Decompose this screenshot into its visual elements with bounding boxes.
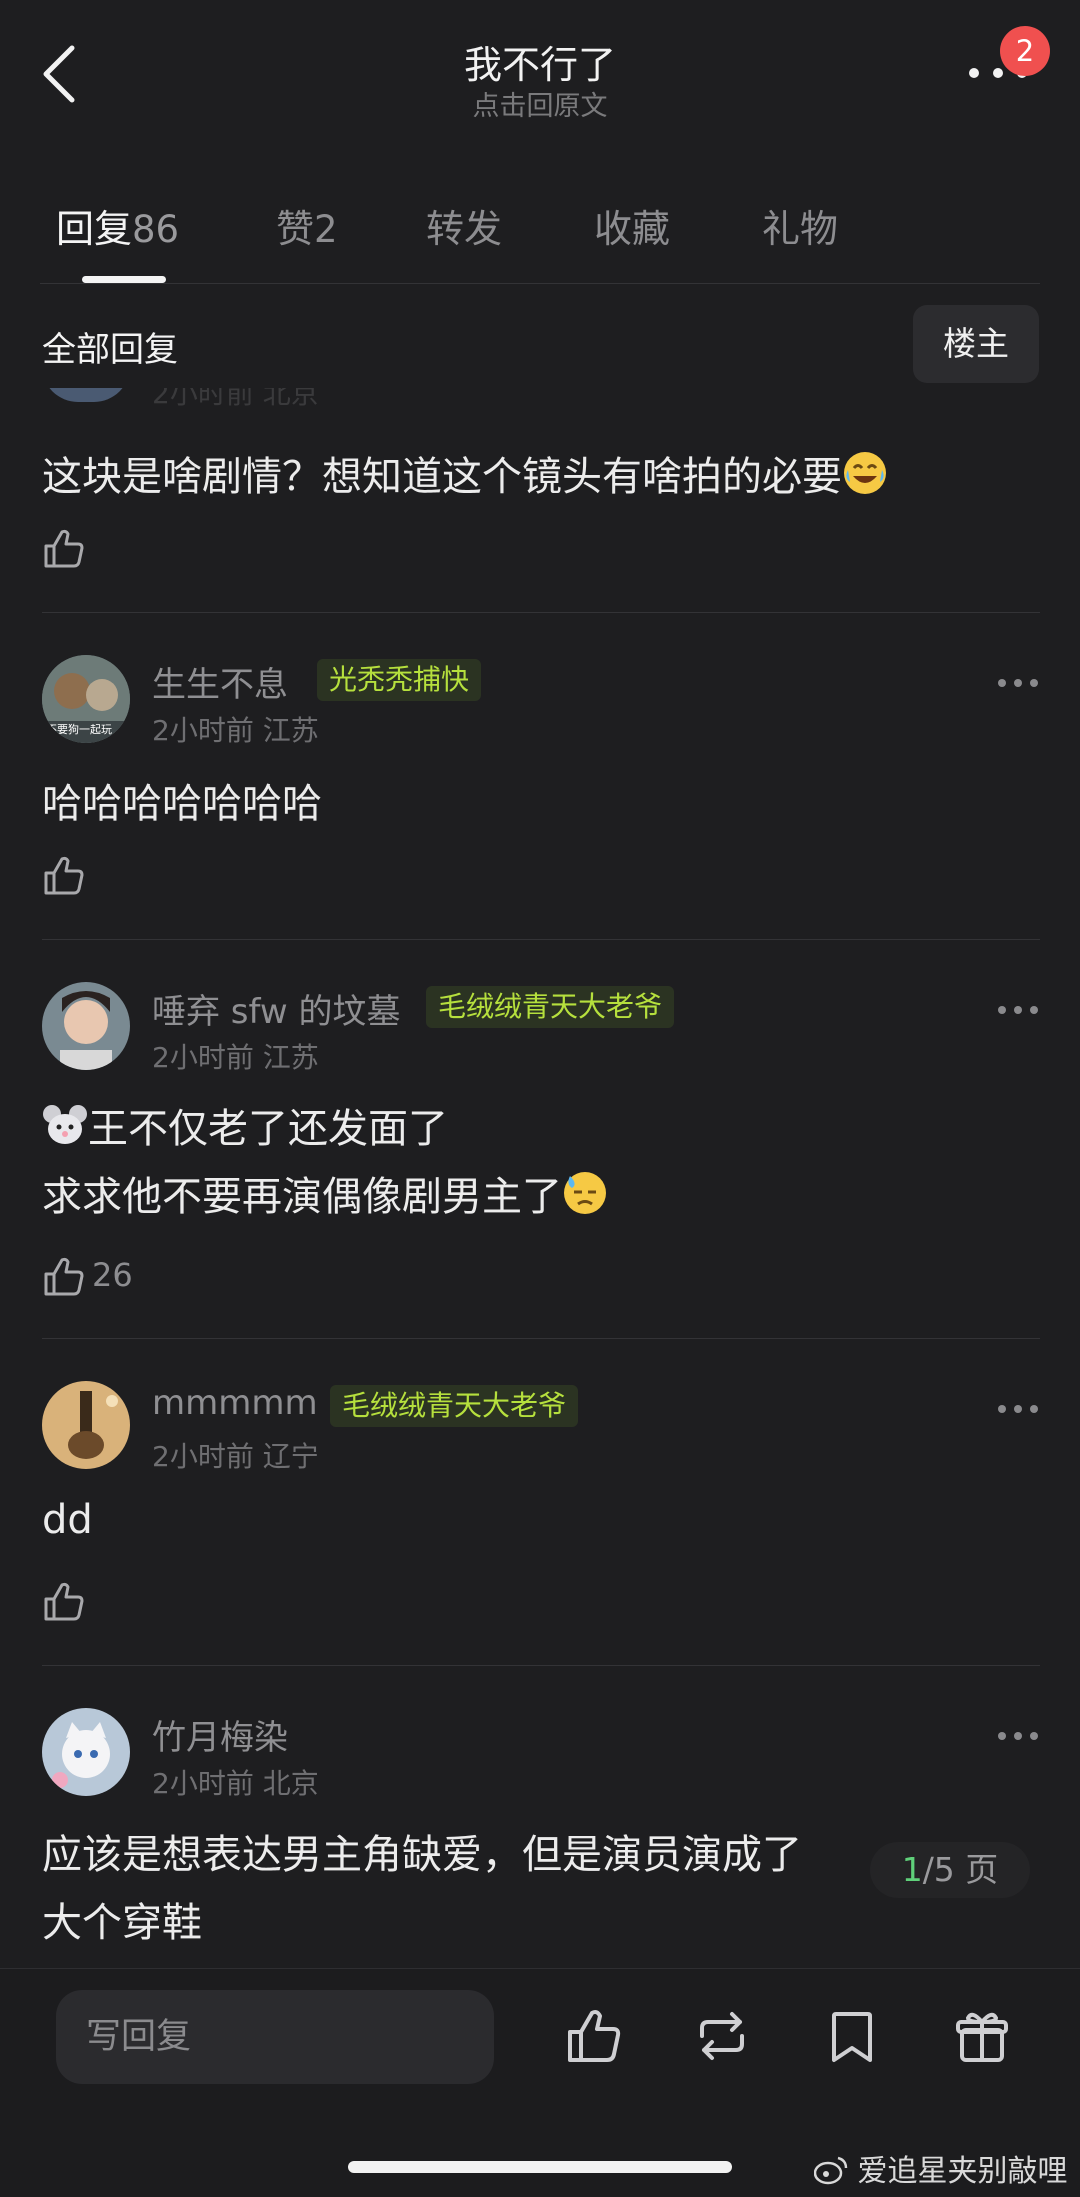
username[interactable]: 生生不息 (152, 657, 288, 706)
avatar[interactable] (42, 982, 130, 1070)
page-title: 我不行了 (463, 43, 616, 87)
avatar[interactable]: 不要狗一起玩 (42, 655, 130, 743)
avatar[interactable] (42, 388, 130, 402)
comment-text: 这块是啥剧情？想知道这个镜头有啥拍的必要 (42, 444, 888, 502)
user-tag-badge: 光秃秃捕快 (317, 659, 482, 701)
bookmark-icon[interactable] (822, 2006, 882, 2066)
page-indicator[interactable]: 1/5 页 (870, 1842, 1030, 1898)
mouse-face-icon (43, 1105, 87, 1144)
avatar-caption: 不要狗一起玩 (46, 723, 112, 736)
comment-item: 竹月梅染 2小时前 北京 应该是想表达男主角缺爱，但是演员演成了 大个穿鞋 (0, 1666, 1080, 1968)
tab-label: 转发 (426, 207, 503, 251)
tab-count: 86 (132, 208, 180, 251)
username[interactable]: mmmmm (152, 1383, 318, 1423)
notification-badge: 2 (1000, 26, 1050, 76)
comment-more-icon[interactable] (996, 1729, 1040, 1743)
reply-input[interactable]: 写回复 (56, 1990, 494, 2084)
username[interactable]: 竹月梅染 (152, 1710, 288, 1759)
comment-item: 唾弃 sfw 的坟墓 毛绒绒青天大老爷 2小时前 江苏 王不仅老了还发面了 求求… (0, 940, 1080, 1338)
comment-text-line: 求求他不要再演偶像剧男主了 (42, 1164, 608, 1222)
face-with-tears-of-joy-icon (844, 452, 886, 494)
comment-item: 2小时前 北京 这块是啥剧情？想知道这个镜头有啥拍的必要 (0, 388, 1080, 614)
total-pages: /5 页 (922, 1850, 999, 1889)
tab-reposts[interactable]: 转发 (426, 198, 502, 253)
like-icon[interactable] (564, 2006, 624, 2066)
comment-more-icon[interactable] (996, 1402, 1040, 1416)
user-tag-badge: 毛绒绒青天大老爷 (426, 986, 675, 1028)
tab-replies[interactable]: 回复86 (56, 198, 179, 253)
tab-favorites[interactable]: 收藏 (594, 198, 670, 253)
tab-gifts[interactable]: 礼物 (762, 198, 838, 253)
all-replies-filter[interactable]: 全部回复 (42, 322, 178, 371)
comment-text-line: 应该是想表达男主角缺爱，但是演员演成了 (42, 1832, 802, 1878)
comment-meta: 2小时前 北京 (152, 388, 319, 410)
comment-meta: 2小时前 江苏 (152, 714, 319, 747)
comment-item: mmmmm 毛绒绒青天大老爷 2小时前 辽宁 dd (0, 1339, 1080, 1665)
like-icon[interactable] (42, 853, 86, 897)
top-nav-bar: 我不行了 点击回原文 2 (0, 0, 1080, 140)
tab-label: 赞 (276, 207, 315, 251)
like-icon[interactable] (42, 1254, 86, 1298)
repost-icon[interactable] (692, 2006, 752, 2066)
comment-text-line: 大个穿鞋 (42, 1900, 202, 1946)
comment-meta: 2小时前 北京 (152, 1767, 319, 1800)
comment-more-icon[interactable] (996, 1003, 1040, 1017)
tab-count: 2 (314, 208, 338, 251)
user-tag-badge: 毛绒绒青天大老爷 (330, 1385, 579, 1427)
back-to-original-link[interactable]: 点击回原文 (0, 84, 1080, 123)
current-page: 1 (901, 1850, 923, 1889)
op-only-button[interactable]: 楼主 (913, 305, 1039, 383)
comment-meta: 2小时前 辽宁 (152, 1440, 319, 1473)
downcast-face-with-sweat-icon (564, 1172, 606, 1214)
tab-label: 收藏 (594, 207, 671, 251)
like-count: 26 (92, 1256, 133, 1294)
tab-label: 回复 (56, 207, 133, 251)
avatar[interactable] (42, 1708, 130, 1796)
tab-label: 礼物 (762, 207, 839, 251)
home-indicator (348, 2161, 732, 2173)
comment-text: 哈哈哈哈哈哈哈 (42, 781, 322, 827)
comment-meta: 2小时前 江苏 (152, 1041, 319, 1074)
gift-icon[interactable] (952, 2006, 1012, 2066)
comment-text: dd (42, 1497, 93, 1543)
watermark: 爱追星夹别敲哩 (813, 2146, 1068, 2190)
comment-text-line: 王不仅老了还发面了 (42, 1096, 448, 1154)
username[interactable]: 唾弃 sfw 的坟墓 (152, 984, 401, 1033)
weibo-logo-icon (813, 2156, 848, 2185)
comment-item: 不要狗一起玩 生生不息 光秃秃捕快 2小时前 江苏 哈哈哈哈哈哈哈 (0, 613, 1080, 939)
divider (40, 283, 1040, 284)
active-tab-indicator (82, 276, 166, 283)
tab-likes[interactable]: 赞2 (276, 198, 338, 253)
like-icon[interactable] (42, 526, 86, 570)
like-icon[interactable] (42, 1579, 86, 1623)
avatar[interactable] (42, 1381, 130, 1469)
comment-more-icon[interactable] (996, 676, 1040, 690)
